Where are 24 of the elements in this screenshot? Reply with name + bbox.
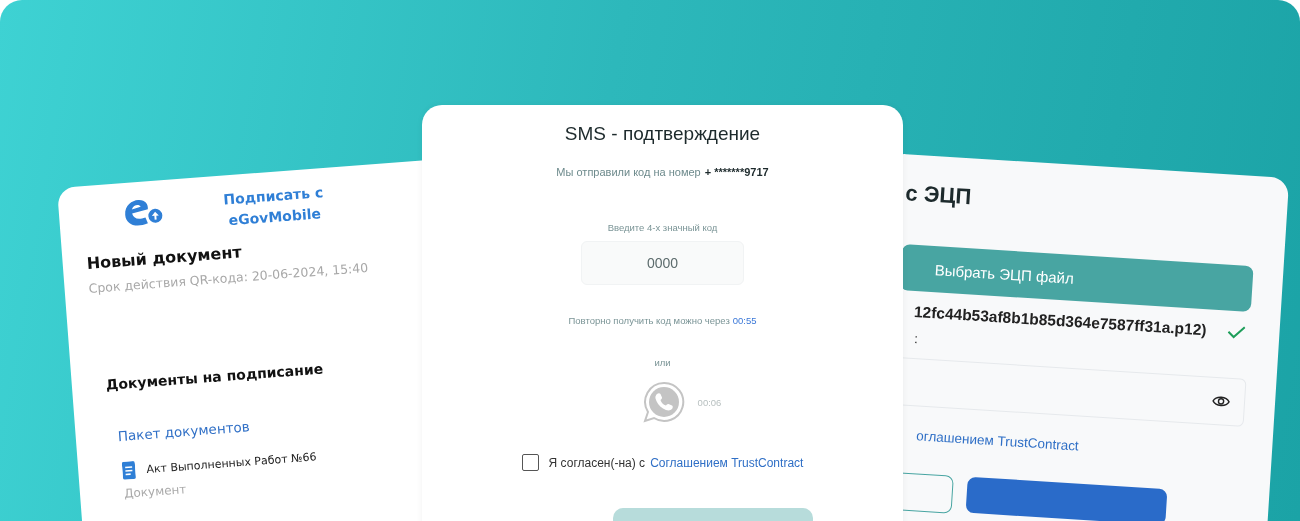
eye-icon[interactable] [1211,394,1231,408]
resend-timer: 00:55 [732,315,757,327]
field-label: : [912,331,919,349]
primary-button[interactable] [965,476,1168,521]
section-title: Документы на подписание [105,360,324,393]
agree-text: Я согласен(-на) с [548,455,646,470]
or-text: или [654,357,671,369]
document-icon [121,460,137,480]
resend-text: Повторно получить код можно через [568,315,730,327]
agree-checkbox[interactable] [521,454,539,472]
dialog-title: SMS - подтверждение [564,123,761,145]
code-field[interactable]: 0000 [581,241,744,286]
package-link[interactable]: Пакет документов [117,418,251,445]
agreement-link[interactable]: Соглашением TrustContract [650,455,804,470]
code-label: Введите 4-х значный код [607,222,718,233]
sent-text: Мы отправили код на номер [556,166,701,178]
card-title: с ЭЦП [904,180,974,212]
document-title: Новый документ [86,242,243,273]
whatsapp-timer: 00:06 [697,396,722,408]
sign-link[interactable]: Подписать с eGovMobile [217,181,331,232]
agreement-link[interactable]: оглашением TrustContract [915,428,1080,454]
phone-number: + *******9717 [704,166,769,178]
document-type: Документ [123,482,187,501]
document-name[interactable]: Акт Выполненных Работ №66 [145,449,317,476]
